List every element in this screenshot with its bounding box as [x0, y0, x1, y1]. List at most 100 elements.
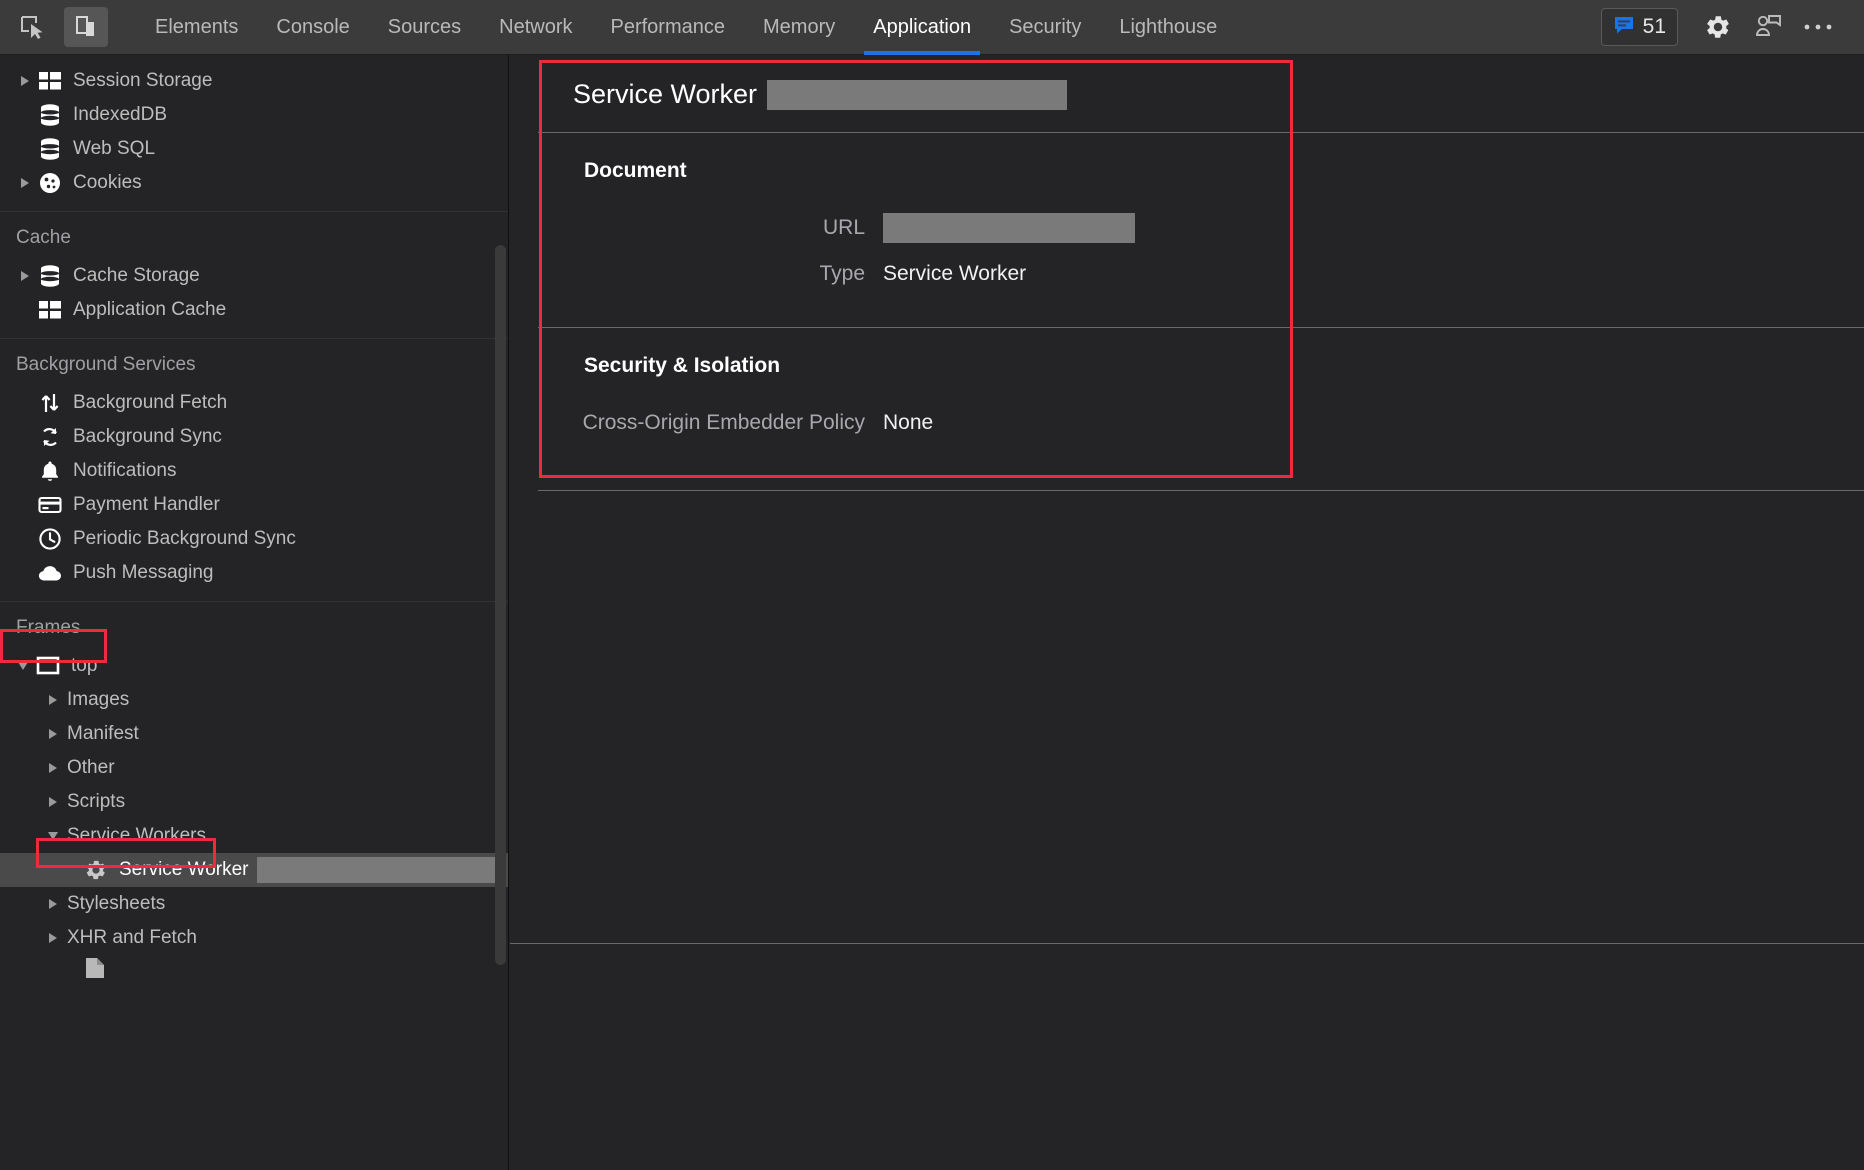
sidebar-item-label: Cache Storage: [73, 265, 200, 286]
sidebar-item-label: Background Fetch: [73, 392, 228, 413]
sidebar-item-scripts[interactable]: Scripts: [0, 785, 508, 819]
sidebar-scrollbar[interactable]: [495, 245, 506, 965]
redacted-report-title-url: [767, 79, 1068, 110]
sidebar-item-background-sync[interactable]: Background Sync: [0, 420, 508, 454]
sidebar-group-header-background-services: Background Services: [16, 354, 196, 375]
sidebar-item-label: IndexedDB: [73, 104, 168, 125]
database-icon: [38, 137, 68, 161]
tab-sources[interactable]: Sources: [369, 0, 480, 55]
database-icon: [38, 264, 68, 288]
customize-devtools-icon[interactable]: [1746, 7, 1790, 47]
message-count: 51: [1642, 15, 1666, 38]
tab-application[interactable]: Application: [854, 0, 990, 55]
chevron-right-icon[interactable]: [16, 178, 34, 188]
row-key: Cross-Origin Embedder Policy: [582, 411, 865, 434]
chevron-right-icon[interactable]: [44, 763, 62, 773]
document-icon: [84, 956, 114, 980]
tab-console[interactable]: Console: [257, 0, 368, 55]
tab-label: Elements: [155, 15, 239, 38]
clock-icon: [38, 527, 68, 551]
message-icon: [1613, 14, 1635, 41]
tab-label: Security: [1009, 15, 1082, 38]
tab-lighthouse[interactable]: Lighthouse: [1100, 0, 1236, 55]
sidebar-item-label: Service Workers: [67, 825, 207, 846]
sidebar-item-periodic-background-sync[interactable]: Periodic Background Sync: [0, 522, 508, 556]
sidebar-item-images[interactable]: Images: [0, 683, 508, 717]
report-section-security-isolation: Security & Isolation Cross-Origin Embedd…: [538, 328, 1864, 490]
sidebar-group-storage: Session Storage IndexedDB Web SQL Cookie…: [0, 55, 508, 212]
chevron-down-icon[interactable]: [44, 832, 62, 840]
sidebar-item-indexeddb[interactable]: IndexedDB: [0, 98, 508, 132]
sidebar-item-background-fetch[interactable]: Background Fetch: [0, 386, 508, 420]
sidebar-item-label: Periodic Background Sync: [73, 528, 296, 549]
sidebar-item-label: Payment Handler: [73, 494, 220, 515]
sidebar-item-label: Background Sync: [73, 426, 222, 447]
tab-label: Performance: [610, 15, 726, 38]
sidebar-item-push-messaging[interactable]: Push Messaging: [0, 556, 508, 590]
tab-label: Lighthouse: [1119, 15, 1218, 38]
sidebar-item-cache-storage[interactable]: Cache Storage: [0, 259, 508, 293]
tab-label: Sources: [387, 15, 462, 38]
sidebar-item-application-cache[interactable]: Application Cache: [0, 293, 508, 327]
sidebar-item-notifications[interactable]: Notifications: [0, 454, 508, 488]
sidebar-item-label: XHR and Fetch: [67, 927, 197, 948]
panel-tabs: Elements Console Sources Network Perform…: [136, 0, 1236, 55]
sidebar-item-service-workers[interactable]: Service Workers: [0, 819, 508, 853]
arrows-updown-icon: [38, 391, 68, 415]
chevron-right-icon[interactable]: [16, 76, 34, 86]
chevron-right-icon[interactable]: [44, 729, 62, 739]
sidebar-item-service-worker[interactable]: Service Worker: [0, 853, 508, 887]
frame-icon: [36, 655, 66, 677]
application-sidebar[interactable]: Session Storage IndexedDB Web SQL Cookie…: [0, 55, 509, 1170]
console-message-count-badge[interactable]: 51: [1600, 8, 1678, 46]
tab-elements[interactable]: Elements: [136, 0, 257, 55]
report-title: Service Worker: [538, 55, 1864, 132]
tab-security[interactable]: Security: [990, 0, 1100, 55]
chevron-down-icon[interactable]: [14, 662, 32, 670]
row-value: Service Worker: [883, 262, 1027, 285]
sidebar-item-label: Stylesheets: [67, 893, 166, 914]
sidebar-item-label: Scripts: [67, 791, 126, 812]
cookie-icon: [38, 171, 68, 195]
sidebar-item-label: Session Storage: [73, 70, 213, 91]
chevron-right-icon[interactable]: [44, 797, 62, 807]
chevron-right-icon[interactable]: [44, 933, 62, 943]
row-value: [883, 213, 1135, 243]
chevron-right-icon[interactable]: [44, 695, 62, 705]
sidebar-item-document-partial[interactable]: [0, 955, 508, 981]
sidebar-item-payment-handler[interactable]: Payment Handler: [0, 488, 508, 522]
credit-card-icon: [38, 493, 68, 517]
sidebar-item-manifest[interactable]: Manifest: [0, 717, 508, 751]
more-options-icon[interactable]: [1796, 7, 1840, 47]
sidebar-item-stylesheets[interactable]: Stylesheets: [0, 887, 508, 921]
sidebar-item-frame-top[interactable]: top: [0, 649, 508, 683]
section-heading: Document: [584, 159, 687, 182]
tab-label: Network: [499, 15, 573, 38]
tab-performance[interactable]: Performance: [592, 0, 745, 55]
tab-memory[interactable]: Memory: [744, 0, 854, 55]
service-worker-report-panel: Service Worker Document URL Type Service…: [510, 55, 1864, 1170]
sidebar-item-label: Web SQL: [73, 138, 156, 159]
sidebar-item-xhr-and-fetch[interactable]: XHR and Fetch: [0, 921, 508, 955]
row-key: URL: [822, 216, 865, 239]
bell-icon: [38, 459, 68, 483]
inspect-cursor-icon[interactable]: [10, 7, 54, 47]
redacted-service-worker-url: [256, 857, 500, 883]
sidebar-item-web-sql[interactable]: Web SQL: [0, 132, 508, 166]
sidebar-item-label: Service Worker: [119, 859, 249, 880]
sidebar-item-other[interactable]: Other: [0, 751, 508, 785]
device-toggle-icon[interactable]: [64, 7, 108, 47]
chevron-right-icon[interactable]: [44, 899, 62, 909]
report-divider-bottom: [510, 943, 1864, 944]
section-rows: Cross-Origin Embedder Policy None: [538, 378, 1864, 490]
sidebar-item-label: Application Cache: [73, 299, 227, 320]
report-section-document: Document URL Type Service Worker: [538, 133, 1864, 327]
sidebar-item-session-storage[interactable]: Session Storage: [0, 64, 508, 98]
gear-icon[interactable]: [1696, 7, 1740, 47]
sidebar-item-cookies[interactable]: Cookies: [0, 166, 508, 200]
tab-network[interactable]: Network: [480, 0, 591, 55]
sidebar-group-frames: Frames top Images Manifest Other Scripts…: [0, 602, 508, 992]
section-heading: Security & Isolation: [584, 354, 781, 377]
report-title-text: Service Worker: [573, 79, 758, 109]
chevron-right-icon[interactable]: [16, 271, 34, 281]
